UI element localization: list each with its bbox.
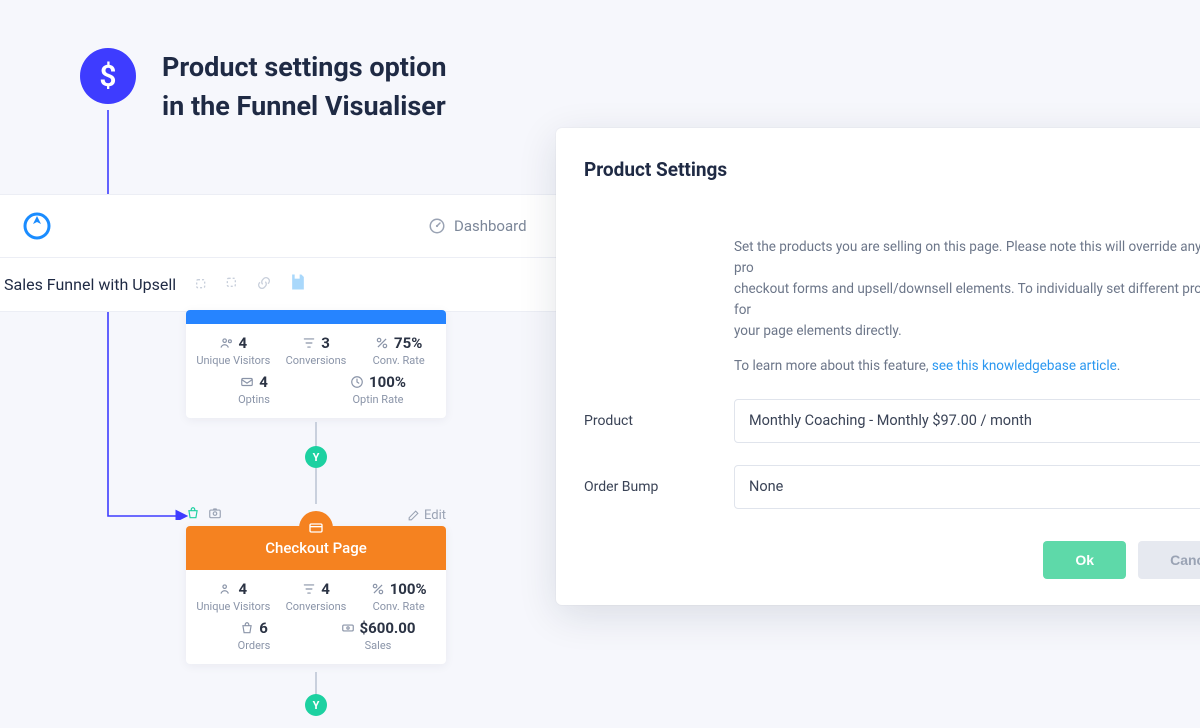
bag-icon — [240, 621, 254, 635]
filter-icon — [302, 336, 316, 350]
modal-title: Product Settings — [584, 158, 1200, 181]
product-settings-icon[interactable] — [186, 506, 200, 524]
product-select[interactable]: Monthly Coaching - Monthly $97.00 / mont… — [734, 399, 1200, 443]
percent-icon — [375, 336, 389, 350]
stat-conv-rate: 75% Conv. Rate — [357, 334, 440, 367]
dollar-glyph: $ — [99, 59, 116, 94]
optin-stats-row2: 4 Optins 100% Optin Rate — [186, 373, 446, 418]
credit-card-icon — [308, 520, 324, 536]
connector-line — [315, 468, 317, 504]
percent-icon — [371, 582, 385, 596]
funnel-canvas: 4 Unique Visitors 3 Conversions 75% Conv… — [0, 312, 560, 728]
optin-stats-row1: 4 Unique Visitors 3 Conversions 75% Conv… — [186, 324, 446, 373]
connector-yes-node[interactable]: Y — [305, 446, 327, 468]
checkout-stats-row2: 6 Orders $600.00 Sales — [186, 619, 446, 664]
clock-icon — [350, 375, 364, 389]
link-icon[interactable] — [256, 275, 272, 295]
connector-yes-node[interactable]: Y — [305, 694, 327, 716]
page-title-line1: Product settings option — [162, 48, 446, 87]
checkout-type-icon — [299, 511, 333, 545]
mail-icon — [240, 375, 254, 389]
stat-unique-visitors: 4 Unique Visitors — [192, 334, 275, 367]
gauge-icon — [428, 217, 446, 235]
nav-dashboard[interactable]: Dashboard — [428, 217, 527, 235]
nav-dashboard-label: Dashboard — [454, 217, 527, 235]
save-icon[interactable] — [288, 272, 308, 297]
cash-icon — [341, 621, 355, 635]
funnel-step-checkout[interactable]: Edit Checkout Page 4 Unique Visitors 4 — [186, 526, 446, 664]
stat-sales: $600.00 Sales — [316, 619, 440, 652]
funnel-step-optin[interactable]: 4 Unique Visitors 3 Conversions 75% Conv… — [186, 310, 446, 418]
dollar-icon: $ — [80, 48, 136, 104]
undo-icon[interactable] — [224, 275, 240, 295]
modal-description: Set the products you are selling on this… — [584, 237, 1200, 377]
cancel-button[interactable]: Cancel — [1138, 541, 1200, 579]
filter-icon — [302, 582, 316, 596]
stat-unique-visitors: 4 Unique Visitors — [192, 580, 275, 613]
ok-button[interactable]: Ok — [1043, 541, 1126, 579]
stat-conv-rate: 100% Conv. Rate — [357, 580, 440, 613]
page-header: $ Product settings option in the Funnel … — [80, 48, 446, 126]
knowledgebase-link[interactable]: see this knowledgebase article — [932, 358, 1120, 374]
edit-icon — [407, 509, 420, 522]
stat-optins: 4 Optins — [192, 373, 316, 406]
users-icon — [220, 582, 234, 596]
order-bump-label: Order Bump — [584, 479, 734, 495]
order-bump-select[interactable]: None — [734, 465, 1200, 509]
optin-header-bar — [186, 310, 446, 324]
stat-optin-rate: 100% Optin Rate — [316, 373, 440, 406]
product-label: Product — [584, 413, 734, 429]
brand-logo-icon[interactable] — [22, 211, 52, 241]
users-icon — [220, 336, 234, 350]
modal-actions: Ok Cancel — [584, 541, 1200, 579]
camera-icon[interactable] — [208, 506, 222, 524]
funnel-name: Sales Funnel with Upsell — [4, 275, 176, 294]
stat-conversions: 3 Conversions — [275, 334, 358, 367]
checkout-stats-row1: 4 Unique Visitors 4 Conversions 100% Con… — [186, 570, 446, 619]
product-row: Product Monthly Coaching - Monthly $97.0… — [584, 399, 1200, 443]
stat-conversions: 4 Conversions — [275, 580, 358, 613]
product-settings-modal: Product Settings Set the products you ar… — [556, 128, 1200, 605]
page-title-line2: in the Funnel Visualiser — [162, 87, 446, 126]
stat-orders: 6 Orders — [192, 619, 316, 652]
edit-button[interactable]: Edit — [407, 508, 446, 523]
page-title: Product settings option in the Funnel Vi… — [162, 48, 446, 126]
clone-icon[interactable] — [192, 275, 208, 295]
order-bump-row: Order Bump None — [584, 465, 1200, 509]
